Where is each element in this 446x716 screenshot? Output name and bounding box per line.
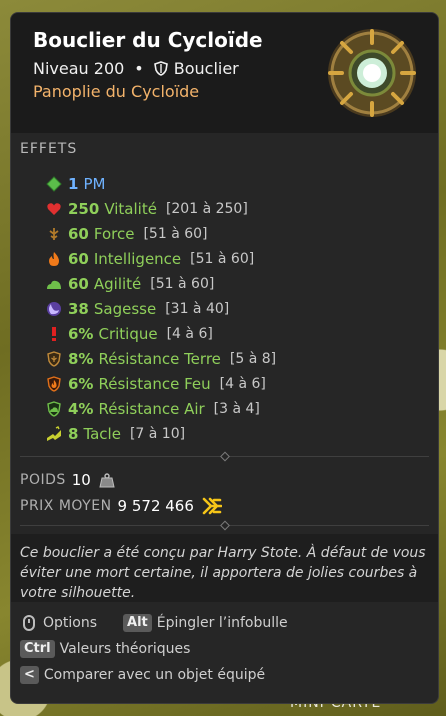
- item-subline: Niveau 200 • Bouclier: [33, 59, 239, 78]
- air-resist-icon: [47, 400, 61, 417]
- item-set-link[interactable]: Panoplie du Cycloïde: [33, 82, 199, 101]
- price-label: PRIX MOYEN: [20, 498, 112, 514]
- compare-key: <: [20, 666, 39, 684]
- item-name: Bouclier du Cycloïde: [33, 28, 263, 52]
- mouse-right-click-icon: [23, 615, 35, 631]
- price-row: PRIX MOYEN 9 572 466: [20, 493, 438, 519]
- pin-tooltip-hint[interactable]: Épingler l’infobulle: [157, 615, 288, 631]
- effects-list: 1 PM 250 Vitalité [201 à 250] 60 Force […: [11, 167, 438, 446]
- fire-resist-icon: [47, 375, 61, 392]
- weight-icon: [99, 472, 115, 487]
- tooltip-footer: Options Alt Épingler l’infobulle Ctrl Va…: [11, 602, 438, 688]
- ctrl-key: Ctrl: [20, 640, 55, 658]
- effect-row: 8 Tacle [7 à 10]: [46, 421, 438, 446]
- fire-icon: [49, 251, 59, 266]
- separator-dot: •: [134, 59, 144, 78]
- effect-row: 60 Intelligence [51 à 60]: [46, 246, 438, 271]
- earth-resist-icon: [47, 350, 61, 367]
- effects-title: EFFETS: [20, 141, 78, 157]
- effect-row: 38 Sagesse [31 à 40]: [46, 296, 438, 321]
- pm-icon: [46, 175, 62, 192]
- effect-row: 60 Agilité [51 à 60]: [46, 271, 438, 296]
- section-divider: [20, 520, 429, 531]
- kama-icon: [202, 497, 222, 515]
- effect-row: 8% Résistance Terre [5 à 8]: [46, 346, 438, 371]
- item-description: Ce bouclier a été conçu par Harry Stote.…: [11, 534, 438, 602]
- weight-row: POIDS 10: [20, 467, 438, 493]
- critical-icon: [52, 326, 56, 341]
- effect-row: 60 Force [51 à 60]: [46, 221, 438, 246]
- footer-row-ctrl: Ctrl Valeurs théoriques: [20, 636, 438, 662]
- wisdom-icon: [47, 301, 61, 316]
- item-tooltip: Bouclier du Cycloïde Niveau 200 • Boucli…: [10, 12, 439, 704]
- alt-key: Alt: [123, 614, 152, 632]
- options-hint[interactable]: Options: [43, 615, 97, 631]
- force-icon: [49, 227, 59, 240]
- compare-hint[interactable]: Comparer avec un objet équipé: [44, 667, 265, 683]
- tooltip-header: Bouclier du Cycloïde Niveau 200 • Boucli…: [11, 13, 438, 133]
- effect-row: 4% Résistance Air [3 à 4]: [46, 396, 438, 421]
- weight-label: POIDS: [20, 472, 66, 488]
- shield-item-icon: [328, 29, 416, 117]
- weight-value: 10: [71, 471, 91, 489]
- item-level: Niveau 200: [33, 59, 125, 78]
- theoretical-values-hint[interactable]: Valeurs théoriques: [60, 641, 191, 657]
- item-info: POIDS 10 PRIX MOYEN 9 572 466: [11, 457, 438, 519]
- agility-icon: [47, 280, 61, 289]
- tackle-icon: [47, 425, 61, 441]
- shield-type-icon: [153, 61, 168, 76]
- effect-row: 6% Résistance Feu [4 à 6]: [46, 371, 438, 396]
- section-divider: [20, 451, 429, 462]
- item-type: Bouclier: [173, 59, 239, 78]
- price-value: 9 572 466: [117, 497, 194, 515]
- effect-row: 250 Vitalité [201 à 250]: [46, 196, 438, 221]
- footer-row-options: Options Alt Épingler l’infobulle: [20, 610, 438, 636]
- heart-icon: [47, 202, 61, 215]
- effect-row: 1 PM: [46, 171, 438, 196]
- divider-diamond-icon: [219, 520, 230, 531]
- footer-row-compare: < Comparer avec un objet équipé: [20, 662, 438, 688]
- effect-row: 6% Critique [4 à 6]: [46, 321, 438, 346]
